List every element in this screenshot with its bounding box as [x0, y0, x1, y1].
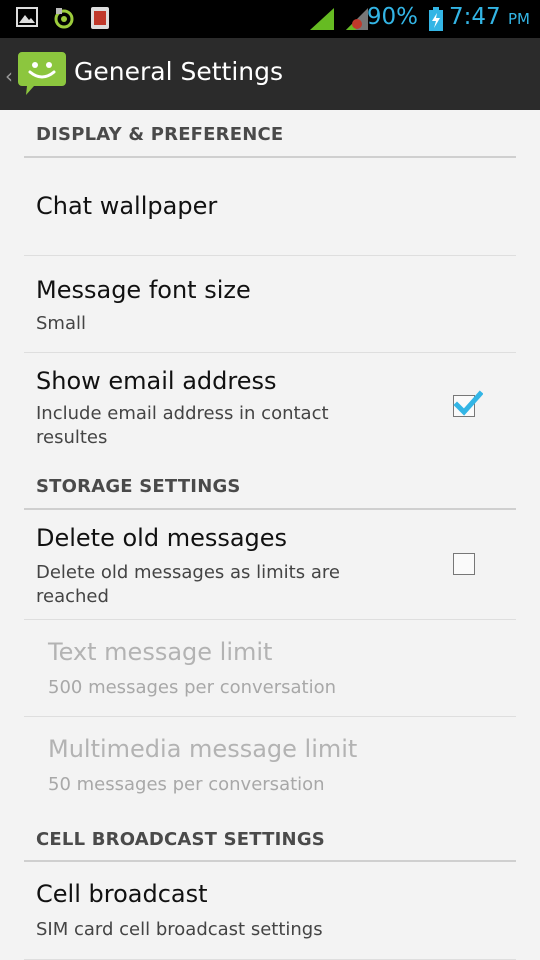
action-bar: ‹ General Settings — [0, 38, 540, 110]
pref-delete-old-messages[interactable]: Delete old messages Delete old messages … — [24, 510, 516, 620]
section-title-cell: CELL BROADCAST SETTINGS — [36, 829, 325, 850]
settings-list: DISPLAY & PREFERENCE Chat wallpaper Mess… — [0, 110, 540, 960]
pref-title-text-limit: Text message limit — [48, 638, 273, 666]
messaging-app-icon — [18, 50, 66, 96]
pref-title-cell-broadcast: Cell broadcast — [36, 880, 208, 908]
pref-show-email-address[interactable]: Show email address Include email address… — [24, 353, 516, 455]
pref-title-mms-limit: Multimedia message limit — [48, 735, 358, 763]
pref-title-show-email: Show email address — [36, 367, 277, 395]
back-chevron-icon: ‹ — [5, 64, 13, 88]
clock-time: 7:47 — [449, 4, 501, 30]
pref-summary-mms-limit: 50 messages per conversation — [48, 774, 325, 795]
pref-summary-show-email: Include email address in contact resulte… — [36, 403, 329, 448]
battery-percent: 90% — [366, 4, 418, 30]
picture-notification-icon — [16, 6, 38, 32]
pref-text-message-limit: Text message limit 500 messages per conv… — [24, 620, 516, 717]
section-title-display: DISPLAY & PREFERENCE — [36, 124, 284, 145]
pref-message-font-size[interactable]: Message font size Small — [24, 256, 516, 353]
battery-charging-icon — [428, 7, 444, 36]
pref-chat-wallpaper[interactable]: Chat wallpaper — [24, 158, 516, 256]
signal-icon — [310, 8, 334, 34]
hand-notification-icon — [90, 6, 110, 34]
pref-cell-broadcast[interactable]: Cell broadcast SIM card cell broadcast s… — [24, 862, 516, 960]
up-button[interactable]: ‹ — [0, 38, 70, 110]
clock: 7:47 PM — [449, 4, 530, 30]
pref-summary-delete-old: Delete old messages as limits are reache… — [36, 562, 340, 607]
pref-title-delete-old: Delete old messages — [36, 524, 288, 552]
section-display-preference: DISPLAY & PREFERENCE — [24, 110, 516, 158]
show-email-checkbox[interactable] — [453, 390, 483, 417]
section-title-storage: STORAGE SETTINGS — [36, 476, 241, 497]
pref-title-font-size: Message font size — [36, 276, 251, 304]
pref-multimedia-message-limit: Multimedia message limit 50 messages per… — [24, 717, 516, 813]
clock-ampm: PM — [508, 10, 530, 28]
pref-summary-font-size: Small — [36, 313, 86, 334]
recycle-notification-icon — [52, 6, 76, 34]
delete-old-checkbox[interactable] — [453, 553, 475, 575]
section-cell-broadcast-settings: CELL BROADCAST SETTINGS — [24, 816, 516, 862]
pref-summary-cell-broadcast: SIM card cell broadcast settings — [36, 919, 323, 940]
status-bar: 90% 7:47 PM — [0, 0, 540, 38]
section-storage-settings: STORAGE SETTINGS — [24, 464, 516, 510]
action-bar-title: General Settings — [74, 57, 284, 86]
pref-summary-text-limit: 500 messages per conversation — [48, 677, 337, 698]
checkmark-icon — [453, 390, 483, 416]
pref-title-chat-wallpaper: Chat wallpaper — [36, 192, 218, 220]
